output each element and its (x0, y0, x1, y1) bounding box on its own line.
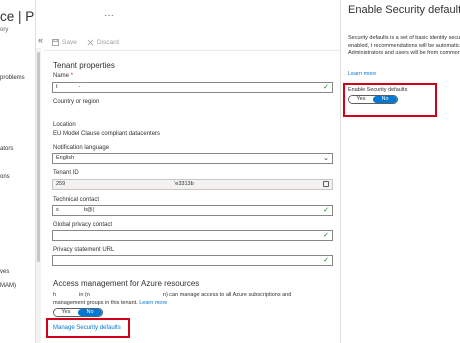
technical-contact-label: Technical contact (53, 197, 100, 203)
access-text-a: h (53, 292, 57, 298)
notification-language-label: Notification language (53, 145, 110, 151)
access-text-b: in (n (79, 292, 90, 298)
nav-item-mam[interactable]: MAM) (0, 283, 16, 289)
command-bar: Save Discard (52, 36, 119, 48)
properties-pane: ··· Save Discard Tenant properties Name … (44, 0, 340, 343)
more-options-icon[interactable]: ··· (104, 10, 114, 21)
discard-button[interactable]: Discard (87, 36, 119, 48)
valid-check-icon: ✓ (323, 84, 329, 91)
highlight-box-toggle (343, 83, 437, 117)
global-privacy-contact-label: Global privacy contact (53, 222, 113, 228)
tenant-id-value-end: 'e3313b (174, 181, 194, 187)
copy-icon[interactable] (323, 181, 329, 187)
access-management-heading: Access management for Azure resources (53, 279, 200, 288)
name-label: Name * (53, 73, 73, 79)
required-marker: * (70, 73, 74, 79)
global-privacy-contact-field[interactable]: ✓ (52, 230, 333, 241)
valid-check-icon: ✓ (323, 207, 329, 214)
collapse-chevron-icon[interactable]: « (38, 35, 43, 45)
technical-contact-value-end: b@( (83, 207, 95, 213)
highlight-box-manage-link (46, 318, 130, 338)
access-redaction-2 (91, 292, 162, 298)
name-field-value-end: - (78, 84, 81, 90)
blade-title: Enable Security defaults (348, 4, 460, 16)
access-text-d: management groups in this tenant. (53, 300, 138, 306)
notification-language-value: English (56, 155, 75, 161)
save-icon (52, 38, 59, 46)
name-field-value: t (56, 84, 58, 90)
save-button[interactable]: Save (52, 36, 77, 48)
learn-more-link[interactable]: Learn more (348, 71, 376, 77)
chevron-down-icon: ⌄ (323, 155, 329, 162)
toggle-yes-option[interactable]: Yes (54, 309, 78, 316)
security-defaults-description: Security defaults is a set of basic iden… (348, 35, 460, 56)
tenant-id-redaction (66, 181, 173, 187)
save-label: Save (62, 38, 77, 46)
location-label: Location (53, 122, 76, 128)
nav-item-administrators[interactable]: ators (0, 146, 13, 152)
page-subtitle: ory (0, 27, 9, 33)
nav-item-devices[interactable]: ves (0, 269, 9, 275)
command-bar-divider (44, 50, 340, 51)
technical-contact-value-start: s (56, 207, 59, 213)
country-label: Country or region (53, 99, 100, 105)
access-management-toggle[interactable]: Yes No (53, 308, 103, 317)
valid-check-icon: ✓ (323, 232, 329, 239)
location-value: EU Model Clause compliant datacenters (53, 131, 161, 137)
discard-label: Discard (96, 38, 119, 46)
left-blade: ce | Properties ory problems ators ons v… (0, 0, 36, 343)
notification-language-select[interactable]: English ⌄ (52, 153, 333, 164)
name-field[interactable]: t - ✓ (52, 82, 333, 93)
name-redaction (59, 84, 78, 90)
access-text-c: n) can manage access to all Azure subscr… (162, 292, 292, 298)
tenant-properties-heading: Tenant properties (53, 61, 115, 70)
nav-item-applications[interactable]: ons (0, 174, 10, 180)
access-management-description: h in (n n) can manage access to all Azur… (53, 291, 335, 307)
learn-more-link[interactable]: Learn more (139, 300, 167, 306)
discard-icon (87, 39, 94, 45)
access-redaction-1 (57, 292, 78, 298)
security-defaults-blade: Enable Security defaults Security defaul… (340, 0, 460, 343)
name-label-text: Name (53, 73, 70, 79)
tenant-id-value-start: 259 (56, 181, 66, 187)
technical-contact-redaction (60, 207, 83, 213)
tenant-id-field: 259 'e3313b (52, 179, 333, 190)
valid-check-icon: ✓ (323, 257, 329, 264)
toggle-no-option[interactable]: No (78, 309, 102, 316)
privacy-statement-url-field[interactable]: ✓ (52, 255, 333, 266)
tenant-id-label: Tenant ID (53, 170, 79, 176)
technical-contact-field[interactable]: s b@( ✓ (52, 205, 333, 216)
page-title: ce | Properties (0, 9, 35, 24)
privacy-statement-url-label: Privacy statement URL (53, 247, 115, 253)
nav-item-problems[interactable]: problems (0, 75, 25, 81)
scrollbar-thumb[interactable] (37, 52, 40, 262)
